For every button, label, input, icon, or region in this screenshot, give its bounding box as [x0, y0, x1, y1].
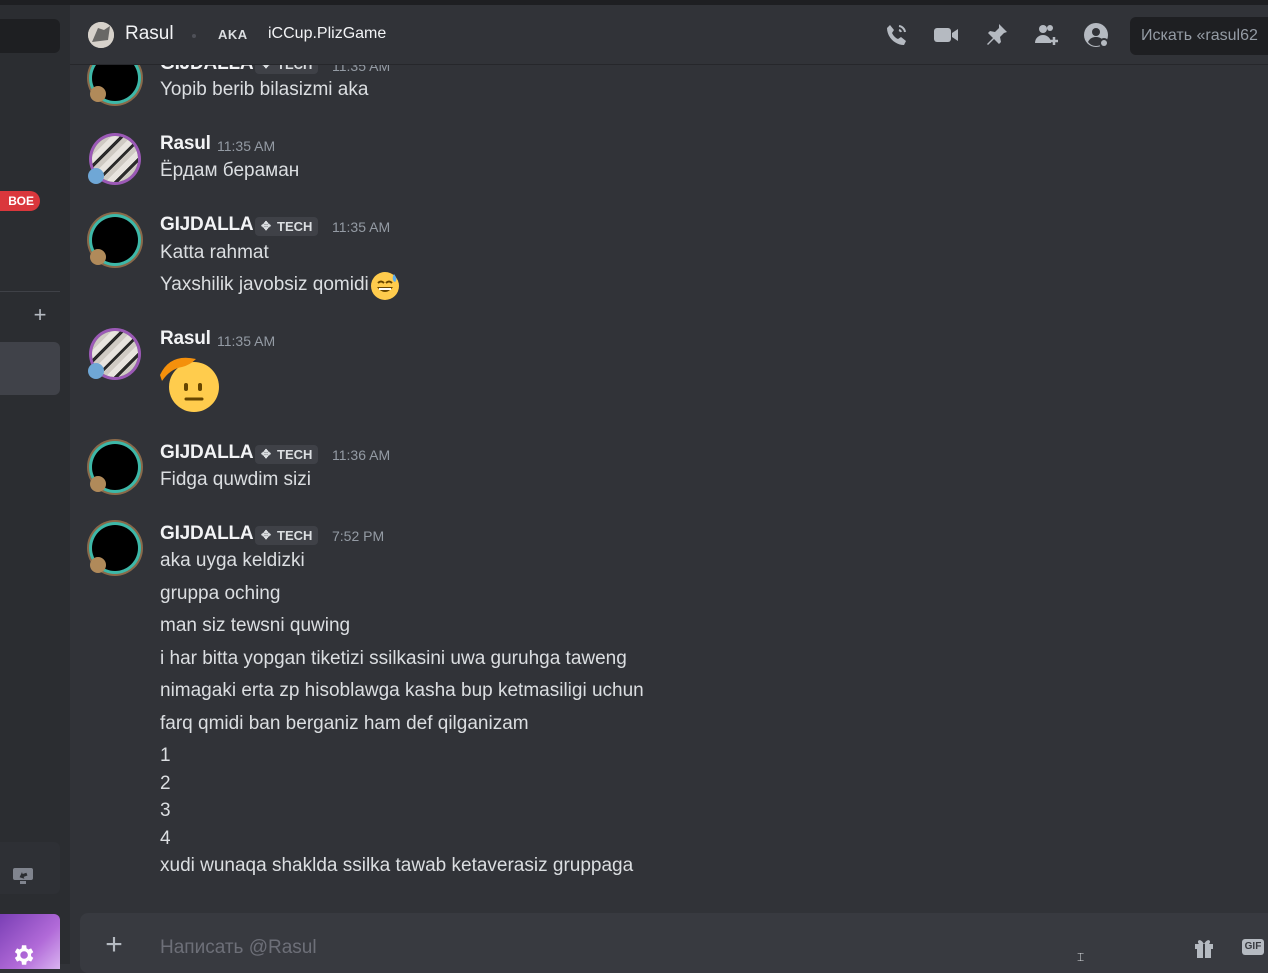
message-text: 1 [160, 745, 171, 766]
message-text: man siz tewsni quwing [160, 615, 351, 636]
attach-plus-icon[interactable]: + [100, 930, 128, 960]
settings-gear-icon[interactable] [10, 942, 36, 968]
message-text: farq qmidi ban berganiz ham def qilganiz… [160, 713, 529, 734]
avatar-decoration [90, 476, 106, 492]
aka-label: AKA [218, 27, 248, 42]
avatar-decoration [90, 86, 106, 102]
gif-button[interactable]: GIF [1242, 939, 1264, 955]
message-text: i har bitta yopgan tiketizi ssilkasini u… [160, 648, 627, 669]
message-author[interactable]: Rasul [160, 133, 211, 155]
header-username[interactable]: Rasul [125, 23, 174, 45]
search-placeholder: Искать «rasul62 [1141, 27, 1258, 44]
message-text: gruppa oching [160, 583, 281, 604]
text-cursor-icon: ⌶ [1077, 950, 1085, 964]
message-timestamp: 11:36 AM [332, 447, 391, 463]
role-tag: TECH [255, 217, 319, 236]
message-text: nimagaki erta zp hisoblawga kasha bup ke… [160, 680, 644, 701]
message-text: Yaxshilik javobsiz qomidi [160, 274, 369, 295]
saluting-face-emoji-icon[interactable] [158, 351, 222, 413]
message-timestamp: 11:35 AM [332, 219, 391, 235]
new-badge: ВОЕ [0, 191, 40, 211]
sweat-smile-emoji-icon[interactable] [370, 271, 400, 301]
user-profile-toggle-icon[interactable] [1082, 21, 1110, 49]
message-text: 4 [160, 828, 171, 849]
voice-call-icon[interactable] [882, 21, 910, 49]
dm-header: Rasul AKA iCCup.PlizGame Искать «rasul62 [70, 5, 1268, 65]
message-author[interactable]: Rasul [160, 328, 211, 350]
message-text: xudi wunaqa shaklda ssilka tawab ketaver… [160, 855, 634, 876]
avatar-decoration [88, 363, 104, 379]
search-input[interactable]: Искать «rasul62 [1130, 17, 1268, 55]
video-call-icon[interactable] [932, 21, 960, 49]
message-author[interactable]: GIJDALLA [160, 442, 254, 464]
message-input-placeholder[interactable]: Написать @Rasul [160, 937, 317, 959]
message-text: Ёрдам бераман [160, 160, 300, 181]
message-timestamp: 11:35 AM [217, 138, 276, 154]
sidebar-divider [0, 291, 60, 292]
aka-value: iCCup.PlizGame [268, 25, 387, 42]
message-text: 2 [160, 773, 171, 794]
message-author[interactable]: GIJDALLA [160, 214, 254, 236]
screen-share-icon[interactable] [12, 867, 34, 885]
message-text: Yopib berib bilasizmi aka [160, 79, 369, 100]
avatar-decoration [90, 557, 106, 573]
message-timestamp: 7:52 PM [332, 528, 385, 544]
message-timestamp: 11:35 AM [217, 333, 276, 349]
message-author[interactable]: GIJDALLA [160, 523, 254, 545]
sidebar-item-active-dm[interactable] [0, 342, 60, 395]
role-tag: TECH [255, 65, 319, 74]
header-separator-dot [192, 34, 196, 38]
gift-icon[interactable] [1192, 935, 1216, 959]
message-text: Fidga quwdim sizi [160, 469, 311, 490]
message-text: aka uyga keldizki [160, 550, 305, 571]
avatar-decoration [90, 249, 106, 265]
avatar-decoration [88, 168, 104, 184]
channel-sidebar: ВОЕ + [0, 5, 70, 969]
add-friends-to-dm-icon[interactable] [1032, 21, 1060, 49]
role-tag: TECH [255, 526, 319, 545]
role-tag: TECH [255, 445, 319, 464]
message-list: GIJDALLA TECH 11:35 AM Yopib berib bilas… [70, 65, 1268, 900]
message-composer[interactable]: + Написать @Rasul GIF [80, 913, 1268, 973]
pinned-messages-icon[interactable] [982, 21, 1010, 49]
message-timestamp: 11:35 AM [332, 65, 391, 74]
header-avatar[interactable] [88, 22, 114, 48]
sidebar-search-box[interactable] [0, 19, 60, 53]
message-text: 3 [160, 800, 171, 821]
message-author[interactable]: GIJDALLA [160, 65, 254, 75]
message-text: Katta rahmat [160, 242, 269, 263]
create-dm-plus-icon[interactable]: + [30, 304, 50, 326]
